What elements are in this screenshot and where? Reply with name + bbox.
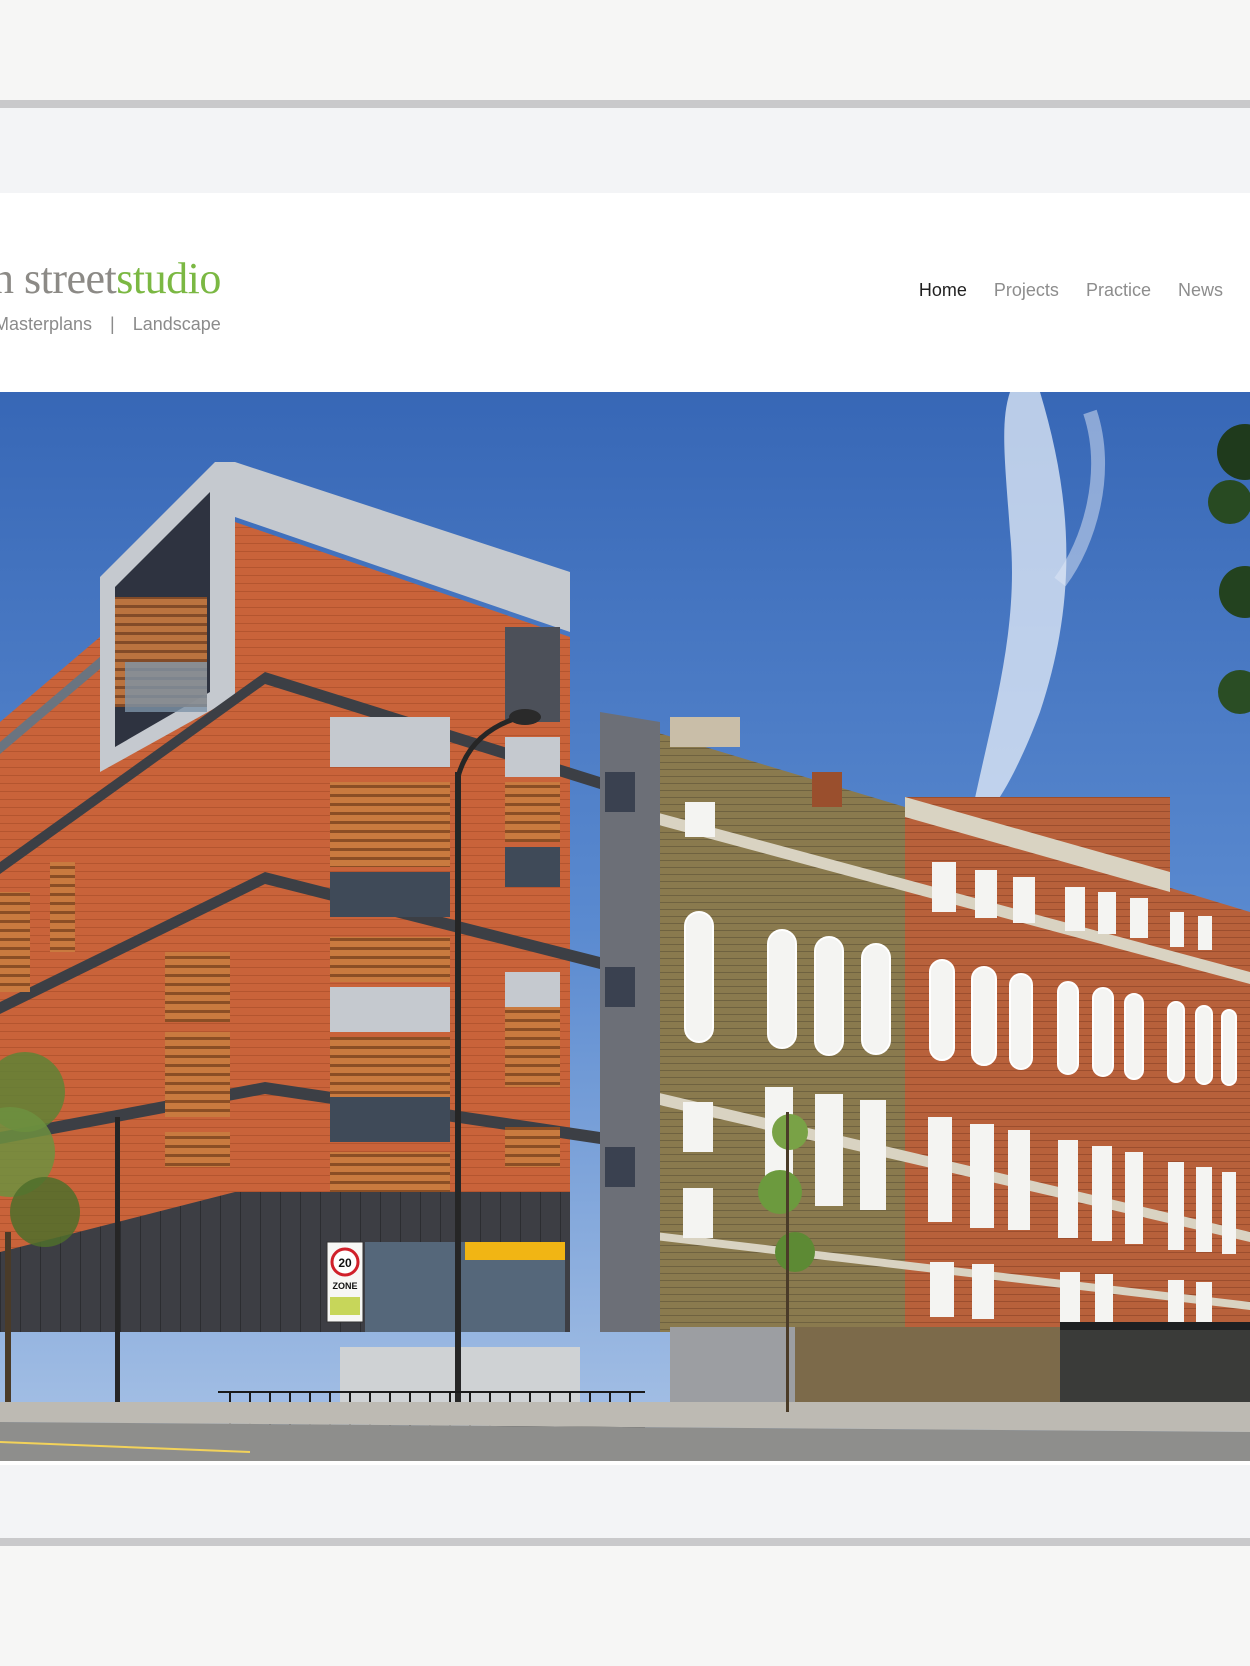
speed-sign-zone: ZONE <box>332 1281 357 1291</box>
tagline: Masterplans | Landscape <box>0 314 221 335</box>
site-logo[interactable]: n streetstudio <box>0 253 221 304</box>
logo-text-part2: studio <box>116 254 221 303</box>
logo-text-part1: n street <box>0 254 117 303</box>
tagline-item-masterplans: Masterplans <box>0 314 93 334</box>
tablet-frame: n streetstudio Masterplans | Landscape Hom… <box>0 100 1250 1546</box>
hero-photo-illustration: 20 ZONE <box>0 392 1250 1461</box>
hero-image: 20 ZONE <box>0 392 1250 1461</box>
site-header: n streetstudio Masterplans | Landscape Hom… <box>0 193 1250 391</box>
nav-item-home[interactable]: Home <box>919 280 967 301</box>
nav-item-practice[interactable]: Practice <box>1086 280 1151 301</box>
tagline-item-landscape: Landscape <box>132 314 221 334</box>
nav-item-projects[interactable]: Projects <box>994 280 1059 301</box>
nav-item-news[interactable]: News <box>1178 280 1223 301</box>
speed-sign-number: 20 <box>338 1256 352 1270</box>
main-nav: Home Projects Practice News P <box>919 280 1250 301</box>
tagline-separator: | <box>110 314 115 334</box>
website-page: n streetstudio Masterplans | Landscape Hom… <box>0 193 1250 1465</box>
